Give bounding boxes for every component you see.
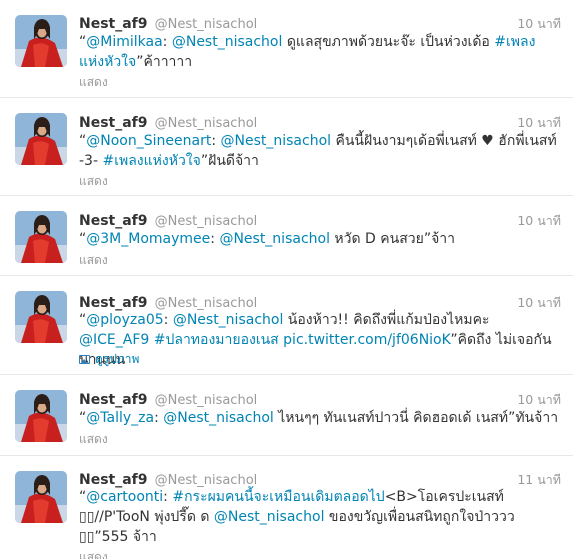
tweet-item[interactable]: Nest_af9 @Nest_nisachol 10 นาที “@ployza05… <box>0 276 573 375</box>
action-label: แสดง <box>79 253 108 267</box>
user-handle[interactable]: @Nest_nisachol <box>155 214 258 229</box>
mention-link[interactable]: @Nest_nisachol <box>173 312 284 328</box>
mention-link[interactable]: @cartoonti <box>86 489 163 505</box>
mention-link[interactable]: @Nest_nisachol <box>172 34 283 50</box>
tweet-header: Nest_af9 @Nest_nisachol <box>79 469 257 488</box>
tweet-text-segment: ดูแลสุขภาพด้วยนะจ๊ะ เป็นห่วงเด้อ <box>282 34 495 50</box>
tweet-text-segment: หวัด D คนสวย”จ้าา <box>329 231 456 247</box>
tweet-text-segment: : <box>163 489 173 505</box>
action-label: แสดง <box>79 75 108 89</box>
tweet-text-segment: ไหนๆๆ ทันเนสท์ปาวนี่ คิดฮอดเด้ เนสท์”ทัน… <box>273 410 559 426</box>
tweet-text-segment: ”ฝันดีจ้าา <box>200 153 259 169</box>
tweet-item[interactable]: Nest_af9 @Nest_nisachol 10 นาที “@Tally_za… <box>0 375 573 456</box>
tweet-text: “@cartoonti: #กระผมคนนี้จะเหมือนเดิมตลอด… <box>79 487 559 547</box>
action-label: แสดง <box>79 174 108 188</box>
tweet-text-segment: : <box>162 34 172 50</box>
mention-link[interactable]: @ployza05 <box>86 312 163 328</box>
hashtag-link[interactable]: #เพลงแห่งหัวใจ <box>102 153 200 169</box>
tweet-header: Nest_af9 @Nest_nisachol <box>79 13 257 32</box>
tweet-header: Nest_af9 @Nest_nisachol <box>79 112 257 131</box>
tweet-timestamp[interactable]: 10 นาที <box>517 113 561 133</box>
tweet-item[interactable]: Nest_af9 @Nest_nisachol 11 นาที “@cartoont… <box>0 456 573 559</box>
action-label: ดูรูปภาพ <box>95 352 140 366</box>
mention-link[interactable]: @Nest_nisachol <box>214 509 325 525</box>
mention-link[interactable]: @Noon_Sineenart <box>86 133 211 149</box>
user-handle[interactable]: @Nest_nisachol <box>155 393 258 408</box>
tweet-header: Nest_af9 @Nest_nisachol <box>79 389 257 408</box>
photo-icon <box>79 355 90 364</box>
mention-link[interactable]: @Mimilkaa <box>86 34 162 50</box>
media-link[interactable]: pic.twitter.com/jf06NioK <box>283 332 450 348</box>
expand-link[interactable]: แสดง <box>79 548 108 559</box>
avatar[interactable] <box>15 15 67 67</box>
user-handle[interactable]: @Nest_nisachol <box>155 473 258 488</box>
tweet-item[interactable]: Nest_af9 @Nest_nisachol 10 นาที “@3M_Momay… <box>0 196 573 276</box>
mention-link[interactable]: @Nest_nisachol <box>219 231 330 247</box>
action-label: แสดง <box>79 550 108 559</box>
user-handle[interactable]: @Nest_nisachol <box>155 17 258 32</box>
tweet-item[interactable]: Nest_af9 @Nest_nisachol 10 นาที “@Mimilkaa… <box>0 0 573 98</box>
avatar[interactable] <box>15 291 67 343</box>
mention-link[interactable]: @Tally_za <box>86 410 154 426</box>
user-name[interactable]: Nest_af9 <box>79 472 148 488</box>
tweet-text-segment: : <box>154 410 164 426</box>
tweet-text-segment: : <box>211 133 221 149</box>
mention-link[interactable]: @ICE_AF9 <box>79 332 149 348</box>
expand-link[interactable]: แสดง <box>79 430 108 449</box>
user-name[interactable]: Nest_af9 <box>79 392 148 408</box>
avatar[interactable] <box>15 471 67 523</box>
expand-link[interactable]: แสดง <box>79 73 108 92</box>
user-handle[interactable]: @Nest_nisachol <box>155 116 258 131</box>
hashtag-link[interactable]: #ปลาทองมายองเนส <box>154 332 279 348</box>
tweet-timestamp[interactable]: 10 นาที <box>517 390 561 410</box>
expand-link[interactable]: แสดง <box>79 172 108 191</box>
tweet-timestamp[interactable]: 10 นาที <box>517 211 561 231</box>
user-name[interactable]: Nest_af9 <box>79 295 148 311</box>
user-handle[interactable]: @Nest_nisachol <box>155 296 258 311</box>
action-label: แสดง <box>79 432 108 446</box>
mention-link[interactable]: @3M_Momaymee <box>86 231 210 247</box>
avatar[interactable] <box>15 113 67 165</box>
tweet-item[interactable]: Nest_af9 @Nest_nisachol 10 นาที “@Noon_Sin… <box>0 98 573 196</box>
tweet-text: “@Noon_Sineenart: @Nest_nisachol คืนนี้ฝ… <box>79 131 559 171</box>
expand-link[interactable]: แสดง <box>79 251 108 270</box>
tweet-text: “@Tally_za: @Nest_nisachol ไหนๆๆ ทันเนสท… <box>79 408 559 428</box>
tweet-text: “@ployza05: @Nest_nisachol น้องห้าว!! คิ… <box>79 310 559 370</box>
tweet-timestamp[interactable]: 10 นาที <box>517 14 561 34</box>
tweet-header: Nest_af9 @Nest_nisachol <box>79 292 257 311</box>
user-name[interactable]: Nest_af9 <box>79 115 148 131</box>
tweet-text-segment: น้องห้าว!! คิดถึงพี่แก้มป่องไหมคะ <box>283 312 490 328</box>
tweet-stream: Nest_af9 @Nest_nisachol 10 นาที “@Mimilkaa… <box>0 0 573 559</box>
tweet-text-segment: : <box>163 312 173 328</box>
view-photo-button[interactable]: ดูรูปภาพ <box>79 350 139 369</box>
tweet-text-segment: ”ค้าาาาา <box>136 54 193 70</box>
mention-link[interactable]: @Nest_nisachol <box>221 133 332 149</box>
user-name[interactable]: Nest_af9 <box>79 213 148 229</box>
tweet-header: Nest_af9 @Nest_nisachol <box>79 210 257 229</box>
mention-link[interactable]: @Nest_nisachol <box>163 410 274 426</box>
hashtag-link[interactable]: #กระผมคนนี้จะเหมือนเดิมตลอดไป <box>172 489 384 505</box>
tweet-text: “@Mimilkaa: @Nest_nisachol ดูแลสุขภาพด้ว… <box>79 32 559 72</box>
avatar[interactable] <box>15 211 67 263</box>
avatar[interactable] <box>15 390 67 442</box>
tweet-text: “@3M_Momaymee: @Nest_nisachol หวัด D คนส… <box>79 229 559 249</box>
user-name[interactable]: Nest_af9 <box>79 16 148 32</box>
